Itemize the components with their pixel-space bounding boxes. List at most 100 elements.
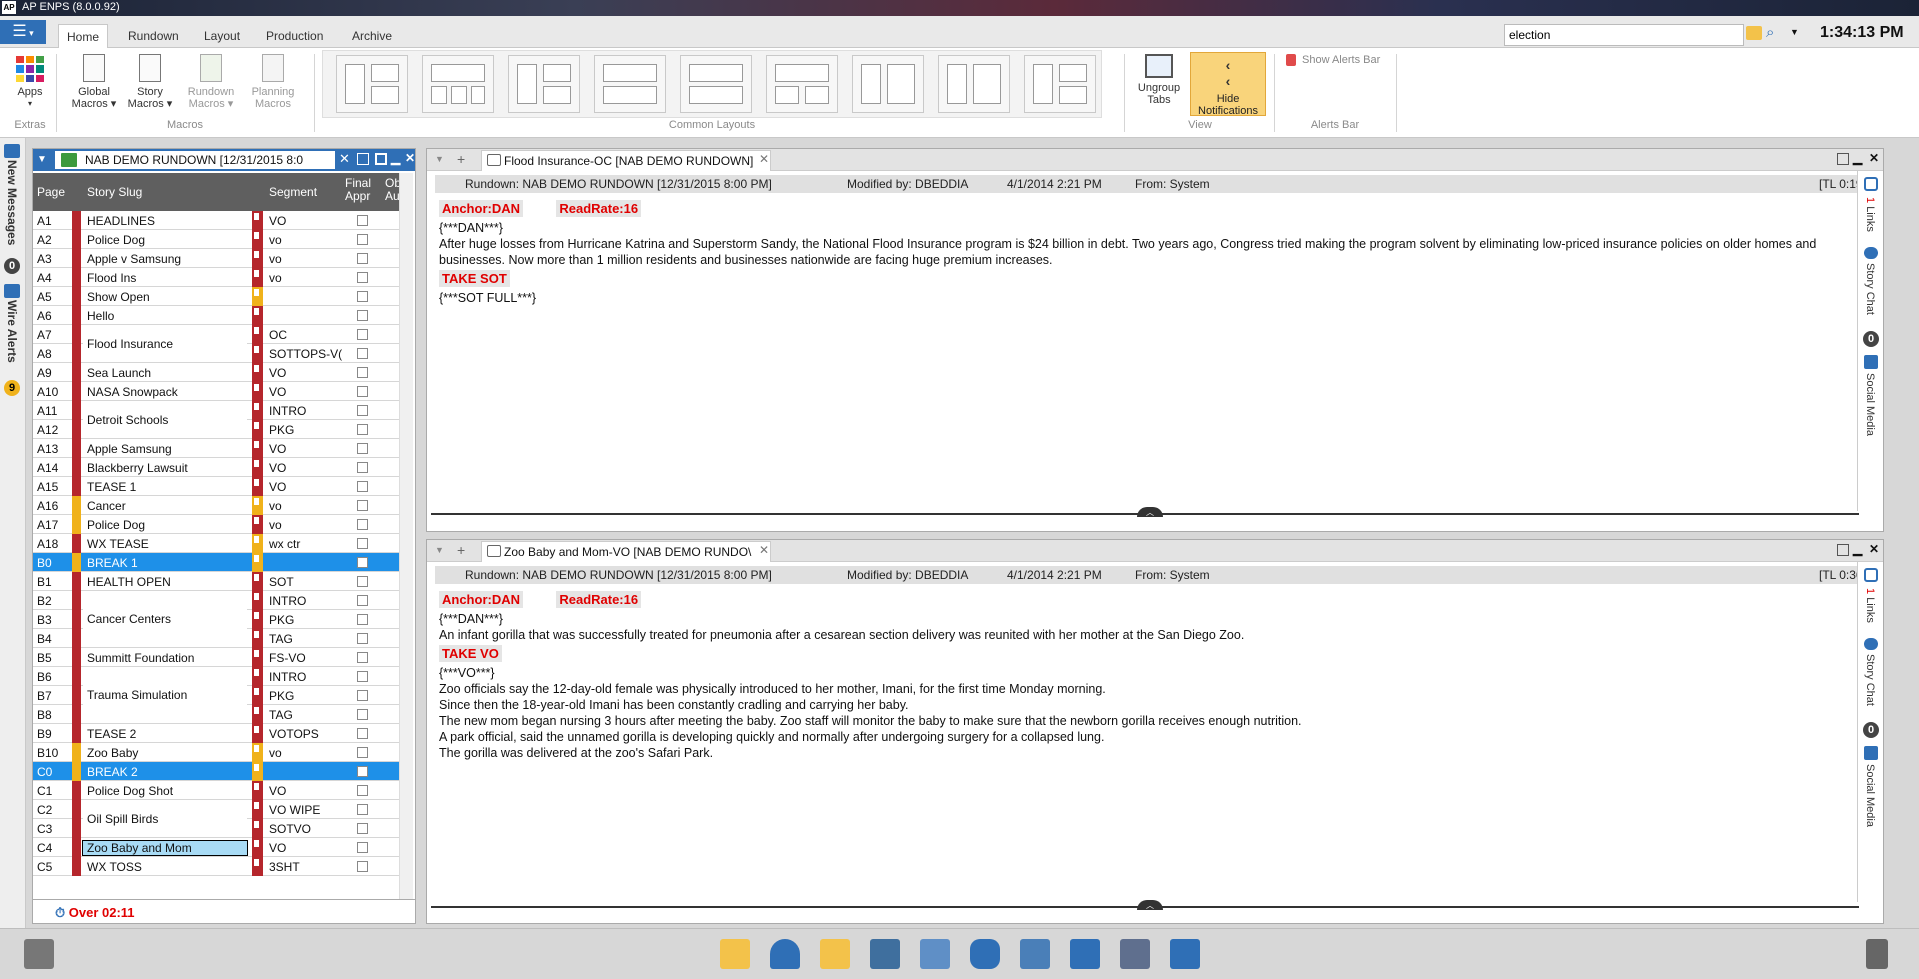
social-media-icon[interactable] — [1864, 746, 1878, 760]
rundown-row[interactable]: B0 BREAK 1 — [33, 553, 399, 572]
final-approval-checkbox[interactable] — [357, 785, 368, 796]
final-approval-checkbox[interactable] — [357, 291, 368, 302]
tab-home[interactable]: Home — [58, 24, 109, 48]
final-approval-checkbox[interactable] — [357, 519, 368, 530]
merged-story-slug[interactable]: Flood Insurance — [83, 325, 247, 362]
final-approval-checkbox[interactable] — [357, 690, 368, 701]
rundown-macros-button[interactable]: Rundown Macros ▾ — [184, 54, 238, 110]
row-story-slug[interactable]: Police Dog — [83, 233, 247, 247]
rundown-row[interactable]: A3 Apple v Samsung vo — [33, 249, 399, 268]
final-approval-checkbox[interactable] — [357, 728, 368, 739]
wire-alerts-tab[interactable]: Wire Alerts — [5, 300, 19, 363]
final-approval-checkbox[interactable] — [357, 633, 368, 644]
rundown-row[interactable]: A17 Police Dog vo — [33, 515, 399, 534]
window-star-icon[interactable] — [1170, 939, 1200, 969]
final-approval-checkbox[interactable] — [357, 747, 368, 758]
hide-notifications-button[interactable]: ‹ ‹ Hide Notifications — [1190, 52, 1266, 117]
layout-option-8[interactable] — [938, 55, 1010, 113]
minimize-icon[interactable]: ▁ — [1853, 542, 1862, 556]
layout-option-6[interactable] — [766, 55, 838, 113]
merged-story-slug[interactable]: Detroit Schools — [83, 401, 247, 438]
row-segment[interactable]: VOTOPS — [269, 727, 347, 741]
row-segment[interactable]: OC — [269, 328, 347, 342]
final-approval-checkbox[interactable] — [357, 861, 368, 872]
column-header-page[interactable]: Page — [37, 185, 65, 199]
show-alerts-bar-button[interactable]: Show Alerts Bar — [1302, 54, 1380, 66]
global-macros-button[interactable]: Global Macros ▾ — [70, 54, 118, 110]
row-story-slug[interactable]: Summitt Foundation — [83, 651, 247, 665]
final-approval-checkbox[interactable] — [357, 234, 368, 245]
row-story-slug[interactable]: Police Dog — [83, 518, 247, 532]
links-icon[interactable] — [1864, 177, 1878, 191]
row-story-slug[interactable]: BREAK 2 — [83, 765, 247, 779]
new-messages-tab[interactable]: New Messages — [5, 160, 19, 245]
layout-option-4[interactable] — [594, 55, 666, 113]
final-approval-checkbox[interactable] — [357, 766, 368, 777]
row-story-slug[interactable]: BREAK 1 — [83, 556, 247, 570]
rundown-row[interactable]: A9 Sea Launch VO — [33, 363, 399, 382]
merged-story-slug[interactable]: Oil Spill Birds — [83, 800, 247, 837]
row-segment[interactable]: INTRO — [269, 670, 347, 684]
planning-macros-button[interactable]: Planning Macros — [246, 54, 300, 110]
row-segment[interactable]: PKG — [269, 423, 347, 437]
rundown-row[interactable]: A1 HEADLINES VO — [33, 211, 399, 230]
row-story-slug[interactable]: Zoo Baby — [83, 746, 247, 760]
social-media-tab[interactable]: Social Media — [1864, 764, 1876, 827]
final-approval-checkbox[interactable] — [357, 462, 368, 473]
rundown-row[interactable]: C1 Police Dog Shot VO — [33, 781, 399, 800]
layout-option-2[interactable] — [422, 55, 494, 113]
rundown-row[interactable]: C5 WX TOSS 3SHT — [33, 857, 399, 876]
row-segment[interactable]: VO — [269, 461, 347, 475]
printer-icon[interactable] — [24, 939, 54, 969]
final-approval-checkbox[interactable] — [357, 652, 368, 663]
final-approval-checkbox[interactable] — [357, 405, 368, 416]
pop-out-icon[interactable] — [1837, 153, 1849, 165]
minimize-icon[interactable]: ▁ — [1853, 151, 1862, 165]
final-approval-checkbox[interactable] — [357, 310, 368, 321]
row-story-slug[interactable]: Sea Launch — [83, 366, 247, 380]
layout-option-7[interactable] — [852, 55, 924, 113]
final-approval-checkbox[interactable] — [357, 500, 368, 511]
close-icon[interactable]: ✕ — [405, 151, 415, 165]
row-story-slug[interactable]: Flood Ins — [83, 271, 247, 285]
row-segment[interactable]: SOTVO — [269, 822, 347, 836]
rundown-row[interactable]: C0 BREAK 2 — [33, 762, 399, 781]
chevron-down-icon[interactable]: ▼ — [37, 154, 47, 165]
tools-icon[interactable] — [1120, 939, 1150, 969]
final-approval-checkbox[interactable] — [357, 538, 368, 549]
final-approval-checkbox[interactable] — [357, 557, 368, 568]
row-segment[interactable]: 3SHT — [269, 860, 347, 874]
rundown-row[interactable]: B10 Zoo Baby vo — [33, 743, 399, 762]
row-segment[interactable]: SOTTOPS-V( — [269, 347, 347, 361]
row-story-slug[interactable]: Police Dog Shot — [83, 784, 247, 798]
final-approval-checkbox[interactable] — [357, 842, 368, 853]
row-story-slug[interactable]: Zoo Baby and Mom — [82, 840, 248, 856]
story-chat-tab[interactable]: Story Chat — [1864, 263, 1876, 315]
tab-layout[interactable]: Layout — [196, 24, 248, 48]
row-segment[interactable]: INTRO — [269, 594, 347, 608]
tab-archive[interactable]: Archive — [344, 24, 400, 48]
close-icon[interactable]: ✕ — [759, 152, 769, 166]
rundown-row[interactable]: A13 Apple Samsung VO — [33, 439, 399, 458]
layout-option-3[interactable] — [508, 55, 580, 113]
row-story-slug[interactable]: HEADLINES — [83, 214, 247, 228]
globe-folder-icon[interactable] — [720, 939, 750, 969]
apps-button[interactable]: Apps ▾ — [10, 54, 50, 110]
final-approval-checkbox[interactable] — [357, 709, 368, 720]
rundown-row[interactable]: A18 WX TEASE wx ctr — [33, 534, 399, 553]
org-chart-icon[interactable] — [870, 939, 900, 969]
minimize-icon[interactable]: ▁ — [391, 151, 400, 165]
row-segment[interactable]: PKG — [269, 613, 347, 627]
row-segment[interactable]: VO — [269, 784, 347, 798]
final-approval-checkbox[interactable] — [357, 823, 368, 834]
story-tab-title[interactable]: Flood Insurance-OC [NAB DEMO RUNDOWN] — [481, 150, 771, 171]
pop-out-icon[interactable] — [1837, 544, 1849, 556]
final-approval-checkbox[interactable] — [357, 804, 368, 815]
mail-icon[interactable] — [920, 939, 950, 969]
merged-story-slug[interactable]: Cancer Centers — [83, 591, 247, 647]
row-segment[interactable]: VO — [269, 480, 347, 494]
rundown-row[interactable]: B1 HEALTH OPEN SOT — [33, 572, 399, 591]
row-segment[interactable]: VO WIPE — [269, 803, 347, 817]
rundown-row[interactable]: B5 Summitt Foundation FS-VO — [33, 648, 399, 667]
search-input[interactable] — [1504, 24, 1744, 46]
